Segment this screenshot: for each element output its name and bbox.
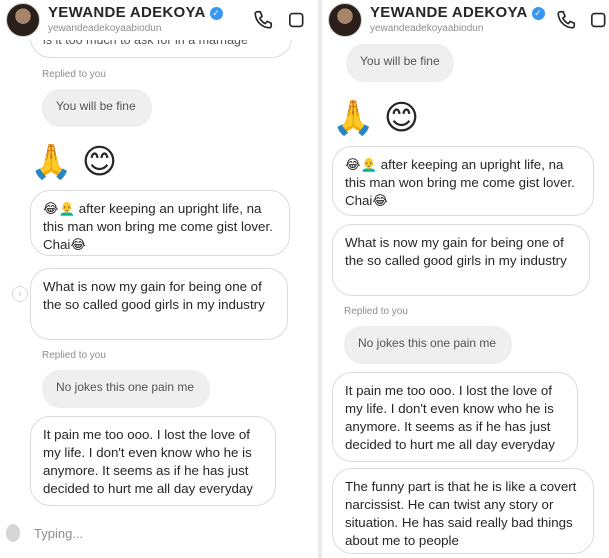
verified-badge-icon: ✓	[209, 7, 223, 20]
profile-name-text: YEWANDE ADEKOYA	[370, 4, 528, 21]
profile-handle: yewandeadekoyaabiodun	[370, 23, 484, 34]
profile-handle: yewandeadekoyaabiodun	[48, 23, 162, 34]
chat-header: YEWANDE ADEKOYA ✓ yewandeadekoyaabiodun	[322, 0, 609, 40]
typing-indicator: Typing...	[34, 526, 84, 541]
right-chat-panel: YEWANDE ADEKOYA ✓ yewandeadekoyaabiodun Y…	[322, 0, 609, 558]
chevron-left-icon[interactable]: ‹	[12, 286, 28, 302]
reply-quote-text: No jokes this one pain me	[56, 380, 195, 394]
reply-quote-bubble[interactable]: No jokes this one pain me	[42, 370, 210, 408]
message-text: What is now my gain for being one of the…	[345, 235, 567, 268]
message-text: It pain me too ooo. I lost the love of m…	[345, 383, 555, 452]
message-text: 😂👨‍🦲 after keeping an upright life, na t…	[345, 157, 575, 208]
message-bubble[interactable]: What is now my gain for being one of the…	[332, 224, 590, 296]
left-chat-panel: YEWANDE ADEKOYA ✓ yewandeadekoyaabiodun i…	[0, 0, 318, 558]
message-bubble[interactable]: 😂👨‍🦲 after keeping an upright life, na t…	[30, 190, 290, 256]
replied-label: Replied to you	[42, 350, 106, 361]
profile-name[interactable]: YEWANDE ADEKOYA ✓	[48, 4, 223, 21]
reply-quote-text: You will be fine	[56, 99, 136, 113]
emoji-text: 🙏 😊	[332, 99, 420, 137]
avatar[interactable]	[328, 3, 362, 37]
message-text: The funny part is that he is like a cove…	[345, 479, 577, 548]
replied-label: Replied to you	[344, 306, 408, 317]
message-bubble[interactable]: What is now my gain for being one of the…	[30, 268, 288, 340]
message-bubble[interactable]: It pain me too ooo. I lost the love of m…	[332, 372, 578, 462]
message-text: What is now my gain for being one of the…	[43, 279, 265, 312]
camera-icon[interactable]	[6, 524, 20, 542]
avatar[interactable]	[6, 3, 40, 37]
phone-icon[interactable]	[252, 9, 274, 31]
message-bubble[interactable]: It pain me too ooo. I lost the love of m…	[30, 416, 276, 506]
profile-name[interactable]: YEWANDE ADEKOYA ✓	[370, 4, 545, 21]
video-icon[interactable]	[590, 9, 609, 31]
emoji-message[interactable]: 🙏 😊	[30, 142, 117, 182]
emoji-message[interactable]: 🙏 😊	[332, 98, 419, 138]
emoji-text: 🙏 😊	[30, 143, 118, 181]
replied-label: Replied to you	[42, 69, 106, 80]
reply-quote-text: No jokes this one pain me	[358, 336, 497, 350]
verified-badge-icon: ✓	[531, 7, 545, 20]
message-bubble[interactable]: 😂👨‍🦲 after keeping an upright life, na t…	[332, 146, 594, 216]
video-icon[interactable]	[288, 9, 310, 31]
profile-name-text: YEWANDE ADEKOYA	[48, 4, 206, 21]
reply-quote-bubble[interactable]: You will be fine	[42, 89, 152, 127]
message-text: It pain me too ooo. I lost the love of m…	[43, 427, 253, 496]
phone-icon[interactable]	[555, 9, 577, 31]
message-bubble[interactable]: The funny part is that he is like a cove…	[332, 468, 594, 554]
reply-quote-bubble[interactable]: No jokes this one pain me	[344, 326, 512, 364]
chat-header: YEWANDE ADEKOYA ✓ yewandeadekoyaabiodun	[0, 0, 318, 40]
reply-quote-text: You will be fine	[360, 54, 440, 68]
message-text: 😂👨‍🦲 after keeping an upright life, na t…	[43, 201, 273, 252]
reply-quote-bubble[interactable]: You will be fine	[346, 44, 454, 82]
